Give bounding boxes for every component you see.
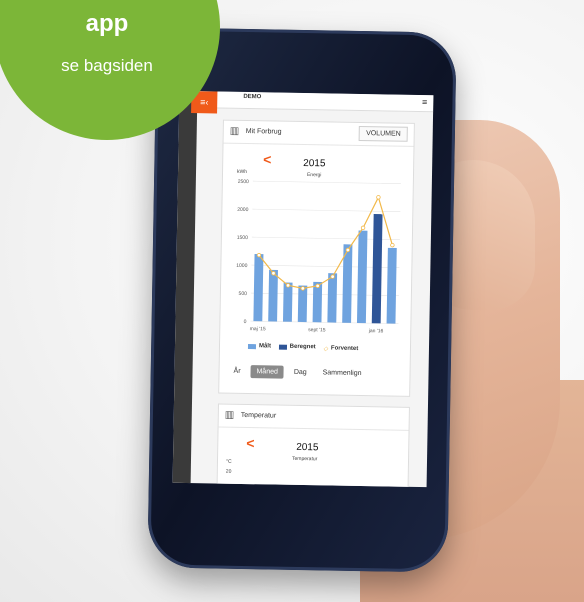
grid-line xyxy=(252,208,401,212)
y-tick-label: 500 xyxy=(239,291,248,297)
bar-målt xyxy=(297,285,308,323)
bar-målt xyxy=(268,269,278,322)
y-axis-tick: 20 xyxy=(225,468,232,475)
phone-screen: DEMO ≡ ≡‹ ▥ Mit Forbrug VOLUMEN < 2015 E… xyxy=(172,90,434,488)
card-title: Temperatur xyxy=(240,411,277,420)
x-tick-label: maj '15 xyxy=(250,326,266,332)
expected-point xyxy=(271,271,276,276)
tab-day[interactable]: Dag xyxy=(288,366,313,379)
chart-year: 2015 xyxy=(296,441,319,454)
bar-målt xyxy=(253,253,264,322)
expected-point xyxy=(376,195,381,200)
tab-month[interactable]: Måned xyxy=(250,365,285,379)
legend-calculated: Beregnet xyxy=(278,344,316,350)
expected-point xyxy=(330,274,335,279)
bar-målt xyxy=(386,247,397,324)
expected-point xyxy=(390,242,395,248)
y-tick-label: 0 xyxy=(244,319,247,325)
expected-point xyxy=(360,225,366,231)
bar-målt xyxy=(356,230,368,324)
badge-title: app xyxy=(85,10,129,37)
app-title: DEMO xyxy=(243,93,262,101)
temperature-card: ▥ Temperatur < 2015 Temperatur °C 20 xyxy=(216,403,410,488)
chart-legend: Målt Beregnet ◇ Forventet xyxy=(247,343,364,353)
hamburger-icon[interactable]: ≡ xyxy=(422,97,427,107)
top-bar: DEMO ≡ xyxy=(197,91,434,113)
legend-expected: ◇ Forventet xyxy=(323,345,359,352)
bar-beregnet xyxy=(371,214,383,324)
expected-point xyxy=(345,247,351,253)
y-tick-label: 2500 xyxy=(238,179,249,185)
expected-point xyxy=(256,252,262,258)
x-tick-label: jan '16 xyxy=(368,328,384,334)
tab-compare[interactable]: Sammenlign xyxy=(317,366,368,380)
energy-chart: 0 500 1000 1500 2000 2500 maj '15 sept '15 jan '… xyxy=(236,179,401,334)
tab-year[interactable]: År xyxy=(227,365,246,378)
period-tabs: År Måned Dag Sammenlign xyxy=(227,365,369,380)
grid-line xyxy=(252,180,401,184)
bar-målt xyxy=(282,282,293,322)
bar-målt xyxy=(327,273,338,323)
expected-point xyxy=(300,286,306,291)
consumption-card: ▥ Mit Forbrug VOLUMEN < 2015 Energi kWh … xyxy=(218,119,415,397)
expected-point xyxy=(315,283,320,289)
bar-chart-icon: ▥ xyxy=(224,409,235,421)
expected-point xyxy=(285,283,291,288)
chart-subtitle: Temperatur xyxy=(291,455,318,463)
previous-year-button[interactable]: < xyxy=(246,435,254,451)
card-header: ▥ Temperatur xyxy=(218,404,409,431)
badge-subtitle: se bagsiden xyxy=(61,56,153,75)
y-axis-unit: °C xyxy=(225,458,232,465)
y-tick-label: 1000 xyxy=(236,263,247,269)
y-tick-label: 2000 xyxy=(237,207,248,213)
y-tick-label: 1500 xyxy=(237,235,248,241)
x-tick-label: sept '15 xyxy=(308,327,326,333)
legend-measured: Målt xyxy=(247,343,271,349)
